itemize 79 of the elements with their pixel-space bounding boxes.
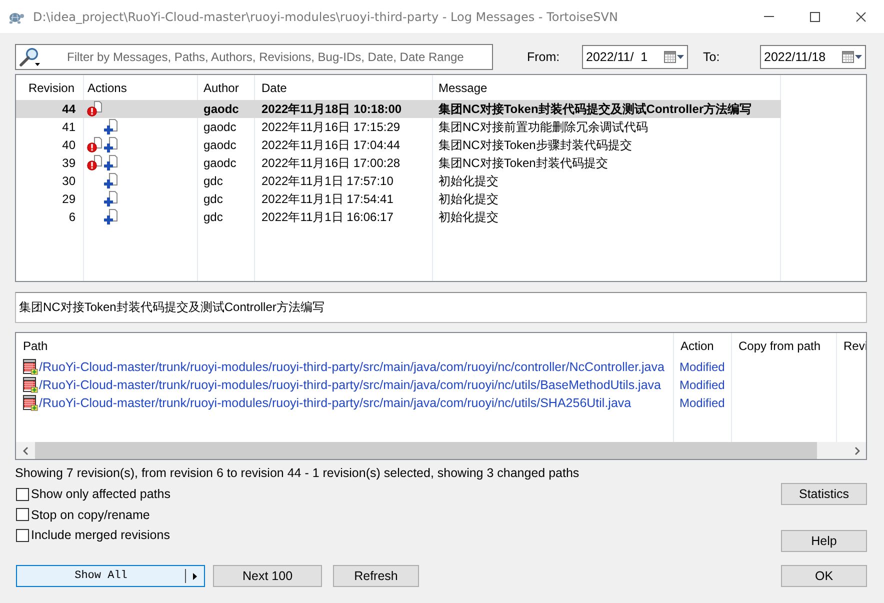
file-icon (22, 359, 38, 375)
checkbox-label[interactable]: Include merged revisions (31, 528, 170, 542)
log-row[interactable]: 30 gdc 2022年11月1日 17:57:10 初始化提交 (16, 172, 780, 190)
revision-number: 39 (16, 154, 83, 172)
revision-list[interactable] (15, 74, 867, 282)
author-name: gdc (197, 190, 254, 208)
revision-number: 41 (16, 118, 83, 136)
checkbox[interactable] (16, 488, 29, 501)
file-icon (22, 395, 38, 411)
commit-date: 2022年11月1日 16:06:17 (254, 208, 432, 226)
author-name: gaodc (197, 100, 254, 118)
close-icon[interactable] (856, 12, 866, 22)
log-row[interactable]: 29 gdc 2022年11月1日 17:54:41 初始化提交 (16, 190, 780, 208)
file-path[interactable]: /RuoYi-Cloud-master/trunk/ruoyi-modules/ruoyi-third-party/src/main/java/com/ruoyi/nc/utils/SHA256Util.java (39, 396, 632, 410)
column-header[interactable]: Path (16, 333, 673, 358)
show-all-button[interactable]: Show All (16, 565, 205, 587)
filter-field[interactable]: Filter by Messages, Paths, Authors, Revisions, Bug-IDs, Date, Date Range (15, 44, 493, 70)
change-action: Modified (673, 394, 731, 412)
log-row[interactable]: 44 gaodc 2022年11月18日 10:18:00 集团NC对接Token封装代码提交及测试Controller方法编写 (16, 100, 780, 118)
commit-date: 2022年11月1日 17:54:41 (254, 190, 432, 208)
date-field[interactable]: 2022/11/18 (760, 45, 866, 69)
caret-icon[interactable] (193, 572, 197, 580)
commit-message: 集团NC对接Token步骤封装代码提交 (432, 136, 780, 154)
next-button[interactable]: Next 100 (213, 565, 322, 587)
file-path[interactable]: /RuoYi-Cloud-master/trunk/ruoyi-modules/ruoyi-third-party/src/main/java/com/ruoyi/nc/utils/BaseMethodUtils.java (39, 378, 661, 392)
caret-icon[interactable] (855, 55, 862, 59)
commit-message: 初始化提交 (432, 190, 780, 208)
commit-date: 2022年11月16日 17:15:29 (254, 118, 432, 136)
checkbox[interactable] (16, 528, 29, 542)
revision-number: 40 (16, 136, 83, 154)
log-row[interactable]: 41 gaodc 2022年11月16日 17:15:29 集团NC对接前置功能删除冗余调试代码 (16, 118, 780, 136)
author-name: gdc (197, 172, 254, 190)
calendar-icon[interactable] (842, 51, 854, 63)
log-row[interactable]: 40 gaodc 2022年11月16日 17:04:44 集团NC对接Token步骤封装代码提交 (16, 136, 780, 154)
author-name: gdc (197, 208, 254, 226)
change-action: Modified (673, 376, 731, 394)
help-button[interactable]: Help (781, 530, 867, 552)
checkbox-label[interactable]: Show only affected paths (31, 487, 170, 502)
commit-message: 集团NC对接Token封装代码提交及测试Controller方法编写 (432, 100, 780, 118)
file-icon (22, 377, 38, 393)
revision-number: 44 (16, 100, 83, 118)
log-row[interactable]: 6 gdc 2022年11月1日 16:06:17 初始化提交 (16, 208, 780, 226)
window-title: D:\idea_project\RuoYi-Cloud-master\ruoyi-modules\ruoyi-third-party - Log Messages - TortoiseSVN (33, 10, 618, 24)
scroll-right-icon[interactable] (855, 446, 860, 454)
commit-date: 2022年11月16日 17:04:44 (254, 136, 432, 154)
changed-paths-list[interactable] (15, 332, 867, 460)
commit-date: 2022年11月16日 17:00:28 (254, 154, 432, 172)
search-icon[interactable] (18, 47, 42, 67)
change-action: Modified (673, 358, 731, 376)
scroll-left-icon[interactable] (23, 446, 28, 454)
commit-message: 初始化提交 (432, 172, 780, 190)
author-name: gaodc (197, 154, 254, 172)
log-row[interactable]: 39 gaodc 2022年11月16日 17:00:28 集团NC对接Token封装代码提交 (16, 154, 780, 172)
author-name: gaodc (197, 118, 254, 136)
commit-message: 初始化提交 (432, 208, 780, 226)
file-path[interactable]: /RuoYi-Cloud-master/trunk/ruoyi-modules/ruoyi-third-party/src/main/java/com/ruoyi/nc/controller/NcController.java (39, 360, 664, 374)
revision-number: 29 (16, 190, 83, 208)
date-field[interactable]: 2022/11/ 1 (582, 45, 688, 69)
revision-number: 30 (16, 172, 83, 190)
commit-message: 集团NC对接Token封装代码提交 (432, 154, 780, 172)
commit-message: 集团NC对接前置功能删除冗余调试代码 (432, 118, 780, 136)
status-text: Showing 7 revision(s), from revision 6 to revision 44 - 1 revision(s) selected, showing 3 changed paths (15, 466, 580, 480)
commit-date: 2022年11月1日 17:57:10 (254, 172, 432, 190)
ok-button[interactable]: OK (781, 565, 867, 587)
to-label: To: (703, 50, 721, 64)
maximize-icon[interactable] (810, 12, 820, 22)
from-label: From: (527, 50, 561, 64)
author-name: gaodc (197, 136, 254, 154)
checkbox[interactable] (16, 508, 29, 522)
log-message-field[interactable]: 集团NC对接Token封装代码提交及测试Controller方法编写 (15, 292, 867, 323)
column-header[interactable]: Copy from path (731, 333, 836, 358)
refresh-button[interactable]: Refresh (333, 565, 419, 587)
caret-icon[interactable] (677, 55, 684, 59)
commit-date: 2022年11月18日 10:18:00 (254, 100, 432, 118)
calendar-icon[interactable] (664, 51, 676, 63)
column-header[interactable]: Action (673, 333, 731, 358)
revision-number: 6 (16, 208, 83, 226)
statistics-button[interactable]: Statistics (781, 483, 867, 505)
checkbox-label[interactable]: Stop on copy/rename (31, 508, 150, 522)
